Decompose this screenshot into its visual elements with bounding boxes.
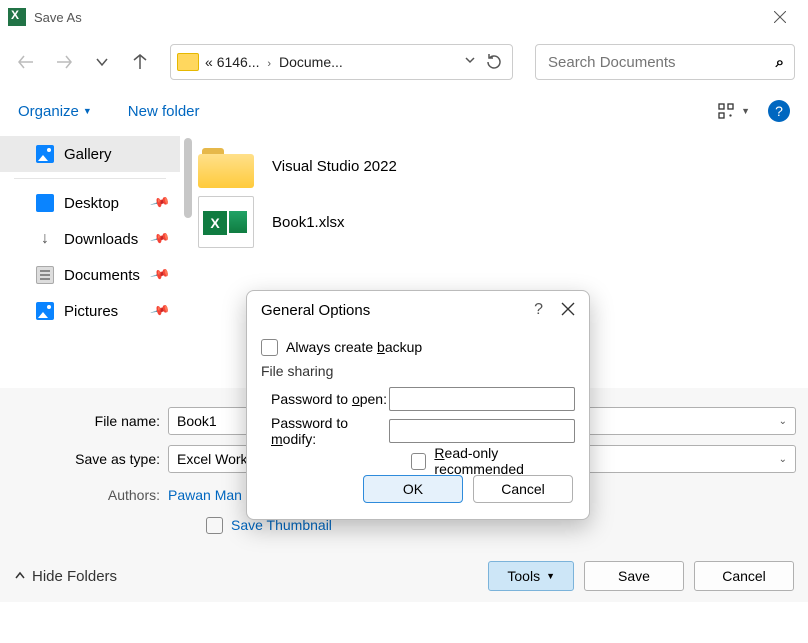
sidebar-item-gallery[interactable]: Gallery — [0, 136, 180, 172]
refresh-button[interactable] — [482, 48, 506, 76]
organize-menu[interactable]: Organize▼ — [18, 103, 92, 120]
view-options[interactable]: ▼ — [717, 102, 750, 120]
sidebar-item-label: Documents — [64, 267, 140, 284]
tools-menu[interactable]: Tools▼ — [488, 561, 574, 591]
pin-icon: 📌 — [149, 264, 171, 286]
chevron-down-icon[interactable]: ⌄ — [779, 454, 787, 465]
documents-icon — [36, 266, 54, 284]
folder-icon — [177, 53, 199, 71]
new-folder-button[interactable]: New folder — [128, 103, 200, 120]
cancel-button[interactable]: Cancel — [694, 561, 794, 591]
sidebar-item-pictures[interactable]: Pictures 📌 — [0, 293, 180, 329]
sidebar-separator — [14, 178, 166, 179]
file-name-label: File name: — [12, 413, 168, 429]
hide-folders-button[interactable]: Hide Folders — [14, 568, 117, 585]
breadcrumb-text: « 6146... › Docume... — [205, 54, 458, 70]
always-backup-checkbox[interactable] — [261, 339, 278, 356]
sidebar-item-label: Desktop — [64, 195, 119, 212]
dialog-help-button[interactable]: ? — [534, 301, 543, 319]
title-bar: Save As — [0, 0, 808, 34]
general-options-dialog: General Options ? Always create backup F… — [246, 290, 590, 520]
dialog-ok-button[interactable]: OK — [363, 475, 463, 503]
sidebar-item-documents[interactable]: Documents 📌 — [0, 257, 180, 293]
search-box[interactable]: ⌕ — [535, 44, 795, 80]
gallery-icon — [36, 145, 54, 163]
nav-recent-dropdown[interactable] — [88, 48, 116, 76]
dialog-cancel-button[interactable]: Cancel — [473, 475, 573, 503]
password-modify-input[interactable] — [389, 419, 575, 443]
readonly-checkbox[interactable] — [411, 453, 426, 470]
dialog-close-button[interactable] — [561, 302, 575, 319]
file-sharing-group-label: File sharing — [261, 363, 575, 379]
password-modify-label: Password to modify: — [261, 415, 389, 447]
footer: Hide Folders Tools▼ Save Cancel — [0, 550, 808, 602]
file-item-excel[interactable]: Book1.xlsx — [190, 194, 798, 250]
folder-icon — [198, 144, 254, 188]
file-label: Book1.xlsx — [272, 214, 345, 231]
sidebar-scrollbar[interactable] — [184, 138, 192, 218]
password-open-label: Password to open: — [261, 391, 389, 407]
window-close-button[interactable] — [760, 2, 800, 32]
sidebar-item-label: Downloads — [64, 231, 138, 248]
breadcrumb-dropdown-icon[interactable] — [458, 53, 482, 71]
dialog-title: General Options — [261, 302, 370, 319]
pin-icon: 📌 — [149, 192, 171, 214]
app-icon — [8, 8, 26, 26]
downloads-icon: ↓ — [36, 230, 54, 248]
nav-back-button[interactable] — [12, 48, 40, 76]
readonly-label: Read-only recommended — [434, 445, 575, 477]
file-name-value: Book1 — [177, 413, 217, 429]
password-open-input[interactable] — [389, 387, 575, 411]
file-label: Visual Studio 2022 — [272, 158, 397, 175]
pin-icon: 📌 — [149, 300, 171, 322]
window-title: Save As — [34, 10, 82, 25]
sidebar-item-label: Gallery — [64, 146, 112, 163]
breadcrumb-bar[interactable]: « 6146... › Docume... — [170, 44, 513, 80]
search-input[interactable] — [546, 53, 776, 72]
pin-icon: 📌 — [149, 228, 171, 250]
sidebar: Gallery Desktop 📌 ↓ Downloads 📌 Document… — [0, 132, 180, 388]
authors-value[interactable]: Pawan Man — [168, 487, 242, 503]
desktop-icon — [36, 194, 54, 212]
save-thumbnail-checkbox[interactable] — [206, 517, 223, 534]
nav-up-button[interactable] — [126, 48, 154, 76]
save-button[interactable]: Save — [584, 561, 684, 591]
nav-row: « 6146... › Docume... ⌕ — [0, 34, 808, 90]
excel-file-icon — [198, 196, 254, 248]
help-button[interactable]: ? — [768, 100, 790, 122]
save-type-label: Save as type: — [12, 451, 168, 467]
nav-forward-button[interactable] — [50, 48, 78, 76]
toolbar: Organize▼ New folder ▼ ? — [0, 90, 808, 132]
sidebar-item-label: Pictures — [64, 303, 118, 320]
dialog-title-bar: General Options ? — [247, 291, 589, 329]
always-backup-label: Always create backup — [286, 339, 422, 355]
sidebar-item-downloads[interactable]: ↓ Downloads 📌 — [0, 221, 180, 257]
pictures-icon — [36, 302, 54, 320]
search-icon: ⌕ — [776, 54, 784, 71]
authors-label: Authors: — [82, 487, 168, 503]
file-item-folder[interactable]: Visual Studio 2022 — [190, 138, 798, 194]
sidebar-item-desktop[interactable]: Desktop 📌 — [0, 185, 180, 221]
chevron-down-icon[interactable]: ⌄ — [779, 416, 787, 427]
